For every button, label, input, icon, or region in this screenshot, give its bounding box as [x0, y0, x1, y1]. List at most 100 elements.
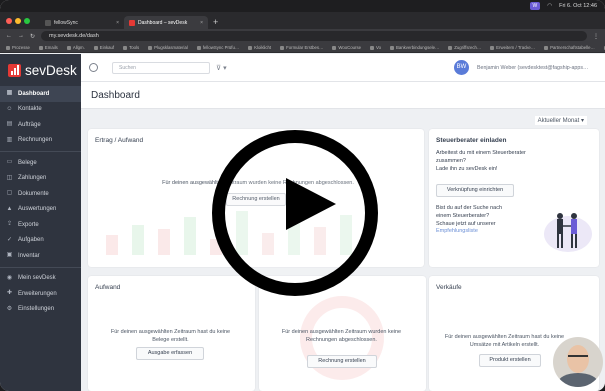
sidebar-item-zahlungen[interactable]: ◫ Zahlungen — [0, 171, 81, 187]
bookmark-label: Zugriffsrech… — [454, 45, 482, 50]
sidebar-item-dashboard[interactable]: ▦ Dashboard — [0, 86, 81, 102]
bookmark-item[interactable]: Plugsklasmaterial — [148, 45, 188, 50]
extensions-icon[interactable]: ⋮ — [593, 33, 599, 40]
tax-text-4: Schaue jetzt auf unserer — [436, 221, 496, 227]
folder-icon — [390, 45, 395, 50]
play-icon[interactable] — [286, 178, 336, 230]
empty-message: Für deinen ausgewählten Zeitraum hast du… — [110, 329, 231, 343]
search-input[interactable]: Suchen — [112, 61, 210, 74]
reload-icon[interactable]: ↻ — [30, 33, 35, 40]
sevdesk-logo[interactable]: sevDesk — [0, 54, 81, 86]
webcam-avatar — [553, 337, 603, 387]
sidebar-item-kontakte[interactable]: ☺ Kontakte — [0, 102, 81, 118]
folder-icon — [280, 45, 285, 50]
period-select[interactable]: Aktueller Monat ▾ — [534, 116, 587, 125]
record-expense-button[interactable]: Ausgabe erfassen — [136, 347, 204, 360]
maximize-window-button[interactable] — [24, 17, 30, 24]
folder-icon — [38, 45, 43, 50]
sidebar-item-einstellungen[interactable]: ⚙ Einstellungen — [0, 302, 81, 318]
clock-text[interactable]: Fri 6. Oct 12:46 — [559, 3, 597, 9]
bookmark-item[interactable]: Erweitern / Tracke… — [490, 45, 535, 50]
bookmark-item[interactable]: Tools — [123, 45, 139, 50]
bookmark-label: Emails — [44, 45, 58, 50]
bookmark-item[interactable]: Einkauf — [93, 45, 114, 50]
bookmark-label: fellowSync Prüfu… — [202, 45, 240, 50]
wifi-icon[interactable]: ◠ — [547, 3, 552, 9]
bookmark-label: Bankverbindungsele… — [396, 45, 440, 50]
avatar[interactable]: BW — [454, 60, 469, 75]
status-pill[interactable]: W — [529, 2, 541, 10]
bookmark-item[interactable]: Emails — [38, 45, 58, 50]
history-clock-icon[interactable] — [89, 63, 98, 72]
bookmark-item[interactable]: Bankverbindungsele… — [390, 45, 439, 50]
sidebar-item-exporte[interactable]: ⇪ Exporte — [0, 217, 81, 233]
bookmark-item[interactable]: Vo — [369, 45, 382, 50]
card-title: Steuerberater einladen — [436, 137, 507, 144]
folder-icon — [490, 45, 495, 50]
handshake-illustration-icon — [544, 213, 592, 252]
browser-tab-fellowsync[interactable]: fellowSync × — [40, 16, 124, 29]
close-window-button[interactable] — [6, 17, 12, 24]
close-tab-icon[interactable]: × — [116, 20, 119, 26]
page-title: Dashboard — [81, 82, 605, 109]
card-title: Verkäufe — [436, 284, 462, 291]
bookmark-label: Vo — [375, 45, 382, 50]
browser-tabbar: fellowSync × Dashboard – sevDesk × + — [0, 12, 605, 29]
bookmark-item[interactable]: fellowSync Prüfu… — [196, 45, 240, 50]
sidebar-item-auftr-ge[interactable]: ▤ Aufträge — [0, 117, 81, 133]
app-topbar: Suchen ⊽ ▾ BW Benjamin Weber (sevdesktes… — [81, 54, 605, 82]
card-title: Ertrag / Aufwand — [95, 137, 144, 144]
settings-icon: ⚙ — [6, 305, 13, 312]
create-invoice-button[interactable]: Rechnung erstellen — [307, 355, 377, 368]
filter-icon[interactable]: ⊽ ▾ — [216, 64, 227, 72]
sidebar-item-aufgaben[interactable]: ✓ Aufgaben — [0, 233, 81, 249]
new-tab-button[interactable]: + — [208, 16, 223, 29]
empty-message: Für deinen ausgewählten Zeitraum wurden … — [281, 329, 402, 343]
user-name[interactable]: Benjamin Weber (sevdesktest@fagship-apps… — [477, 65, 597, 71]
sidebar-item-auswertungen[interactable]: ▲ Auswertungen — [0, 202, 81, 218]
sidebar-item-label: Aufgaben — [18, 237, 44, 244]
export-icon: ⇪ — [6, 221, 13, 228]
sidebar-item-label: Exporte — [18, 221, 39, 228]
bookmark-label: Kloiklicht — [254, 45, 272, 50]
folder-icon — [332, 45, 337, 50]
bookmark-item[interactable]: Formular Erstbes… — [280, 45, 323, 50]
reports-icon: ▲ — [6, 205, 13, 212]
close-tab-icon[interactable]: × — [200, 20, 203, 26]
sidebar-item-belege[interactable]: ▭ Belege — [0, 155, 81, 171]
create-product-button[interactable]: Produkt erstellen — [479, 354, 541, 367]
bookmark-item[interactable]: Prozesse — [6, 45, 30, 50]
sidebar-item-mein-sevdesk[interactable]: ◉ Mein sevDesk — [0, 271, 81, 287]
bookmark-item[interactable]: Allgm. — [66, 45, 85, 50]
logo-text: sevDesk — [25, 62, 77, 78]
back-icon[interactable]: ← — [6, 33, 12, 39]
bookmark-item[interactable]: Kloiklicht — [248, 45, 271, 50]
browser-tab-dashboard[interactable]: Dashboard – sevDesk × — [124, 16, 208, 29]
folder-icon — [196, 45, 201, 50]
sidebar-item-inventar[interactable]: ▣ Inventar — [0, 248, 81, 264]
os-menubar: W ◠ Fri 6. Oct 12:46 — [0, 0, 605, 12]
period-label: Aktueller Monat — [537, 118, 580, 124]
sidebar-item-label: Aufträge — [18, 121, 41, 128]
bookmark-label: Formular Erstbes… — [286, 45, 324, 50]
sidebar-item-rechnungen[interactable]: ▥ Rechnungen — [0, 133, 81, 149]
connect-advisor-button[interactable]: Verknüpfung einrichten — [436, 184, 514, 197]
card-title: Aufwand — [95, 284, 121, 291]
dashboard-icon: ▦ — [6, 90, 13, 97]
sidebar-item-erweiterungen[interactable]: ✚ Erweiterungen — [0, 286, 81, 302]
folder-icon — [6, 45, 10, 50]
recommendation-link[interactable]: Empfehlungsliste — [436, 228, 478, 234]
minimize-window-button[interactable] — [15, 17, 21, 24]
address-bar[interactable]: my.sevdesk.de/dash — [41, 31, 587, 41]
tasks-icon: ✓ — [6, 236, 13, 243]
bookmark-item[interactable]: Zugriffsrech… — [448, 45, 481, 50]
sidebar-item-dokumente[interactable]: ▢ Dokumente — [0, 186, 81, 202]
bookmark-item[interactable]: Partnerschaftstabelle… — [544, 45, 595, 50]
bookmark-label: Tools — [129, 45, 140, 50]
nav-divider — [0, 151, 81, 152]
forward-icon[interactable]: → — [18, 33, 24, 39]
screen: W ◠ Fri 6. Oct 12:46 fellowSync × Dashbo… — [0, 0, 605, 391]
favicon-icon — [45, 19, 51, 26]
orders-icon: ▤ — [6, 121, 13, 128]
bookmark-item[interactable]: WooCourse — [332, 45, 361, 50]
